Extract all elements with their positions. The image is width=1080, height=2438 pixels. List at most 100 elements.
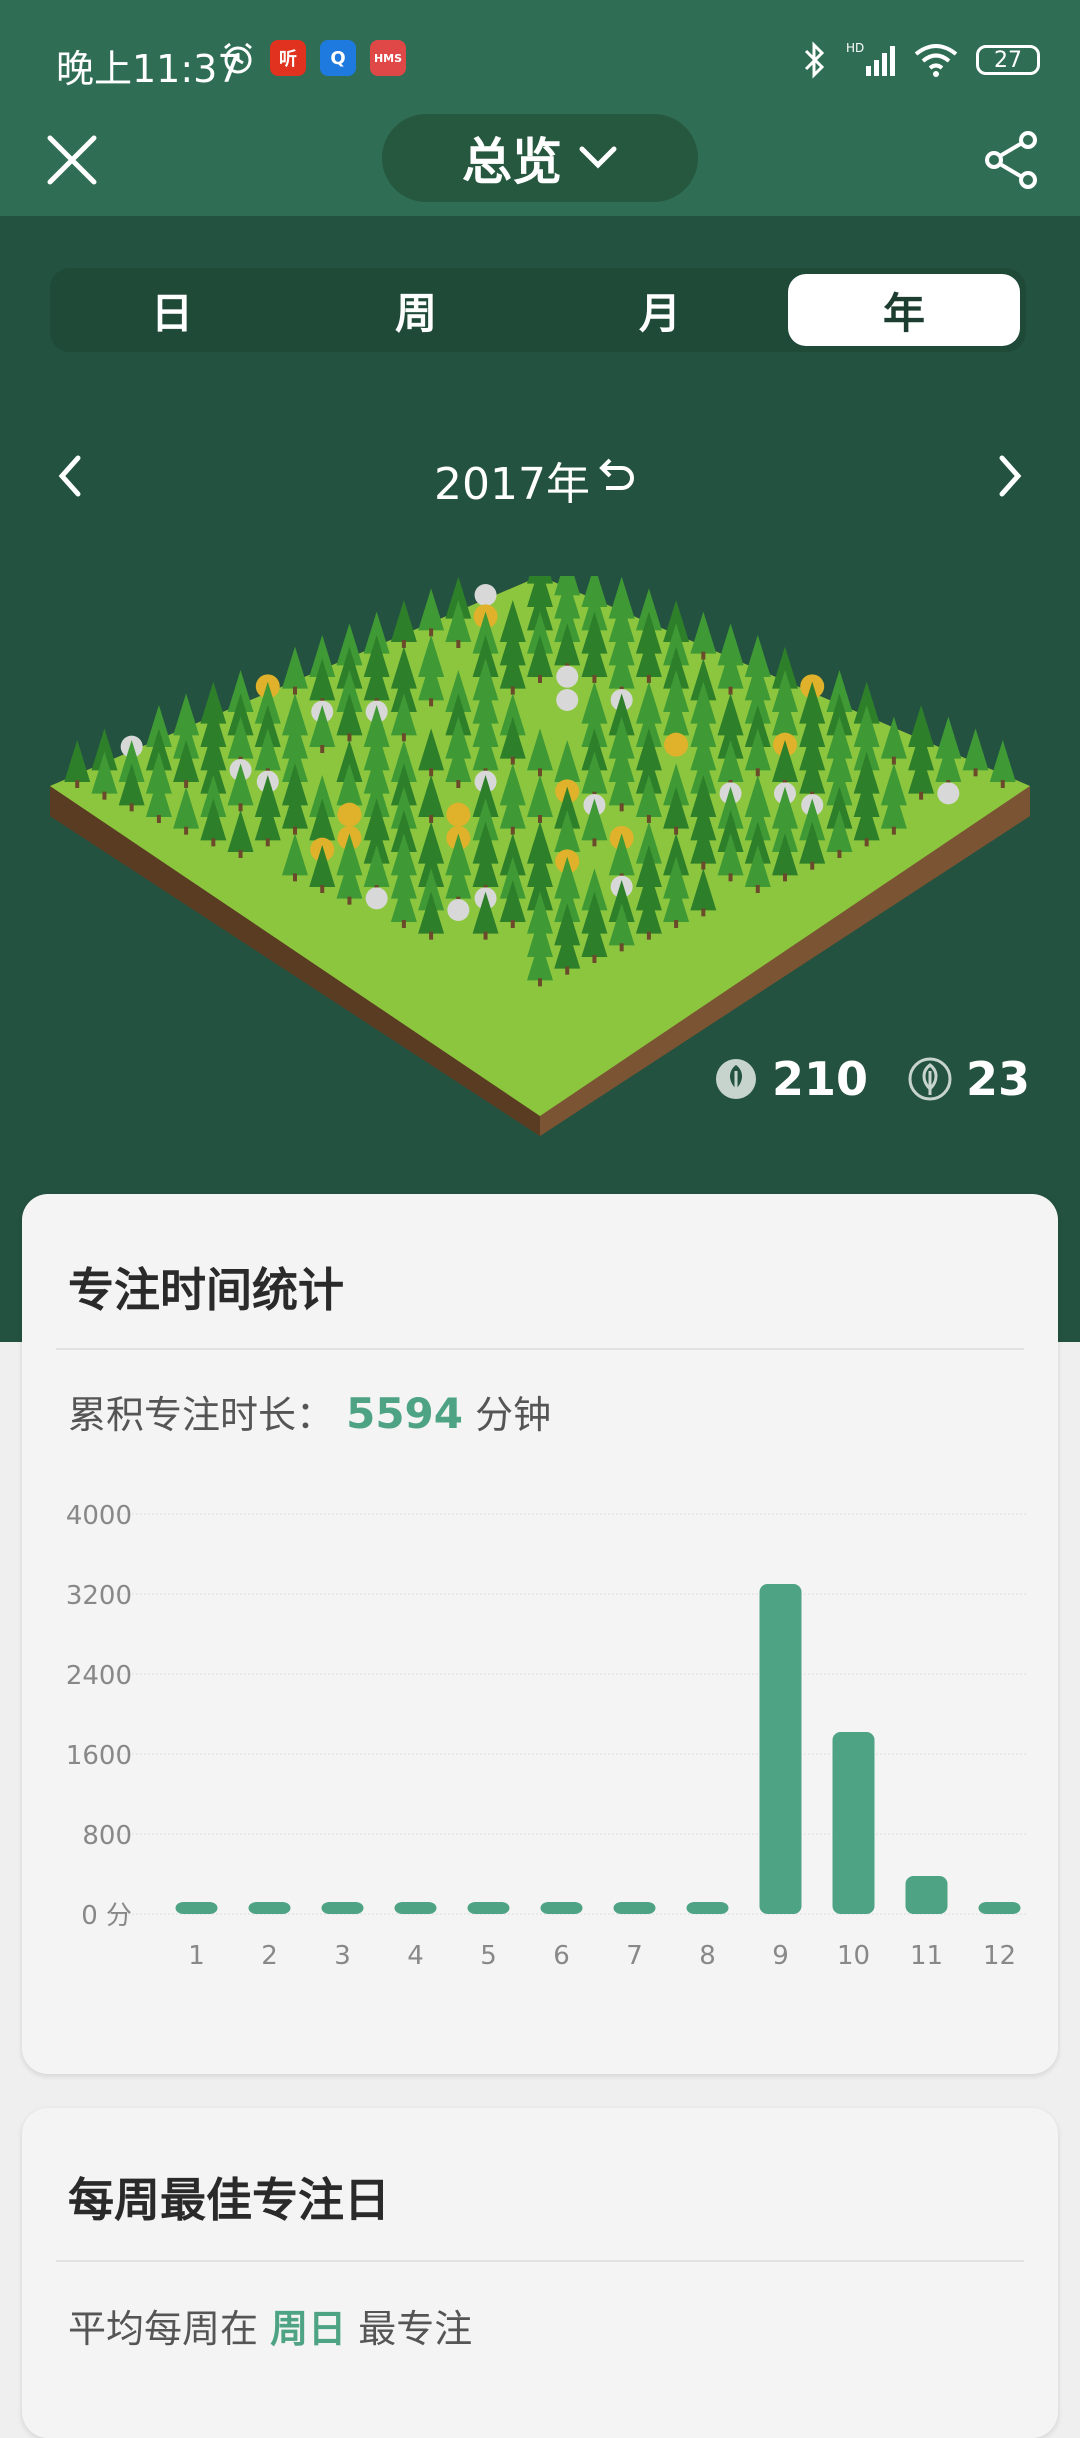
chart-bar-5	[467, 1902, 510, 1914]
y-tick-label: 1600	[66, 1741, 132, 1771]
forest-tree-trunk	[102, 791, 107, 800]
forest-tree-trunk	[728, 873, 733, 882]
x-tick-label: 6	[553, 1941, 570, 1971]
forest-tree-trunk	[429, 931, 434, 940]
forest-tree-pine	[989, 740, 1016, 782]
forest-tree-pine	[390, 600, 417, 642]
forest-tree-withered	[447, 899, 470, 921]
forest-tree-trunk	[565, 966, 570, 975]
best-day-title: 每周最佳专注日	[68, 2173, 390, 2227]
close-button[interactable]	[40, 128, 104, 192]
forest-tree-trunk	[619, 803, 624, 812]
x-tick-label: 9	[772, 1941, 789, 1971]
forest-tree-trunk	[837, 850, 842, 858]
forest-tree-autumn	[664, 732, 689, 757]
forest-tree-trunk	[510, 920, 515, 928]
chart-bar-1	[175, 1902, 218, 1914]
forest-tree-trunk	[75, 780, 80, 788]
forest-tree-autumn	[337, 802, 362, 827]
overview-dropdown[interactable]: 总览	[382, 114, 698, 202]
withered-leaf-icon	[908, 1057, 952, 1101]
battery-icon: 27	[976, 45, 1040, 75]
forest-tree-pine	[64, 740, 91, 782]
forest-panel: 日 周 月 年 2017年 210 23	[0, 216, 1080, 1342]
year-navigator: 2017年	[0, 416, 1080, 536]
prev-year-button[interactable]	[46, 446, 96, 506]
forest-tree-trunk	[456, 640, 461, 648]
chevron-down-icon	[579, 146, 617, 169]
forest-tree-trunk	[429, 698, 434, 707]
forest-tree-pine	[962, 728, 989, 771]
next-year-button[interactable]	[984, 446, 1034, 506]
forest-tree-withered	[937, 782, 960, 805]
tab-year[interactable]: 年	[788, 274, 1020, 346]
total-focus-unit: 分钟	[475, 1393, 552, 1437]
tab-week[interactable]: 周	[300, 274, 532, 346]
chevron-right-icon	[999, 455, 1022, 497]
reset-year-button[interactable]	[590, 450, 640, 500]
forest-tree-trunk	[891, 826, 896, 835]
forest-tree-trunk	[619, 943, 624, 952]
forest-tree-pine	[690, 611, 717, 654]
forest-tree-trunk	[265, 838, 270, 847]
chart-bar-9	[759, 1584, 802, 1914]
forest-tree-trunk	[320, 745, 325, 753]
tab-month[interactable]: 月	[544, 274, 776, 346]
forest-tree-trunk	[456, 780, 461, 788]
x-tick-label: 7	[626, 1941, 643, 1971]
year-label: 2017年	[434, 459, 590, 510]
top-bar: 晚上11:37 听 Q HMS HD 27 总览	[0, 0, 1080, 216]
best-day-suffix: 最专注	[358, 2307, 473, 2351]
x-tick-label: 11	[910, 1941, 943, 1971]
x-tick-label: 12	[983, 1941, 1016, 1971]
forest-tree-trunk	[156, 815, 161, 823]
forest-tree-trunk	[211, 838, 216, 847]
page-title: 总览	[462, 133, 562, 191]
total-focus-label: 累积专注时长：	[68, 1393, 335, 1437]
healthy-count-value: 210	[771, 1052, 868, 1106]
app-badge-hms-icon: HMS	[370, 40, 406, 76]
forest-tree-trunk	[129, 803, 134, 812]
forest-tree-trunk	[401, 920, 406, 928]
focus-card-title: 专注时间统计	[68, 1263, 344, 1317]
y-tick-label: 4000	[66, 1501, 132, 1531]
leaf-icon	[715, 1059, 756, 1099]
forest-tree-trunk	[184, 826, 189, 835]
chart-bar-7	[613, 1902, 656, 1914]
forest-tree-trunk	[483, 931, 488, 940]
forest-tree-pine	[282, 646, 308, 689]
healthy-tree-count: 210	[714, 1052, 868, 1106]
x-tick-label: 5	[480, 1941, 497, 1971]
forest-tree-trunk	[973, 768, 978, 777]
chart-bar-2	[248, 1902, 291, 1914]
chart-bar-3	[321, 1902, 364, 1914]
signal-icon: HD	[846, 41, 895, 76]
forest-tree-trunk	[646, 931, 651, 940]
forest-tree-trunk	[538, 675, 542, 683]
forest-tree-withered	[556, 689, 579, 711]
forest-tree-trunk	[919, 791, 924, 800]
y-tick-label: 800	[82, 1821, 132, 1851]
forest-tree-trunk	[864, 838, 869, 847]
forest-tree-trunk	[1000, 780, 1005, 788]
app-badge-q-icon: Q	[320, 40, 356, 76]
x-tick-label: 8	[699, 1941, 716, 1971]
forest-tree-withered	[365, 887, 388, 910]
tab-day[interactable]: 日	[56, 274, 288, 346]
share-button[interactable]	[980, 128, 1044, 192]
forest-tree-trunk	[783, 873, 787, 882]
forest-tree-trunk	[674, 920, 679, 928]
x-tick-label: 3	[334, 1941, 351, 1971]
best-day-value: 周日	[270, 2307, 347, 2351]
forest-tree-trunk	[538, 978, 542, 987]
forest-tree-trunk	[347, 896, 352, 905]
total-focus-value: 5594	[346, 1389, 464, 1438]
status-right-icons: HD 27	[802, 40, 1040, 80]
forest-tree-autumn	[446, 802, 471, 827]
chart-bar-4	[394, 1902, 437, 1914]
forest-tree-withered	[474, 584, 497, 606]
chart-bar-11	[905, 1876, 948, 1914]
dead-tree-count: 23	[908, 1052, 1030, 1106]
x-tick-label: 1	[188, 1941, 205, 1971]
chart-bar-8	[686, 1902, 729, 1914]
